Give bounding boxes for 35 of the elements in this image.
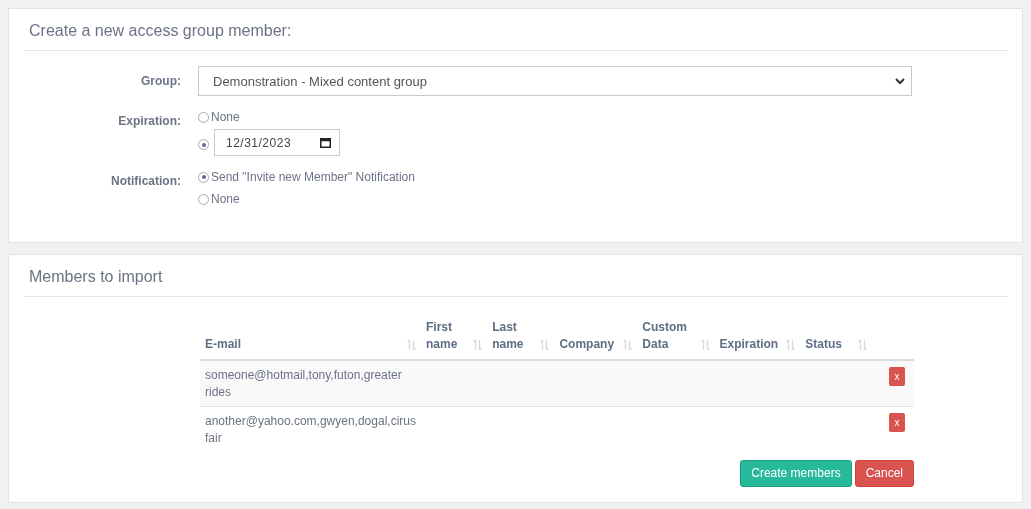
radio-button[interactable] <box>198 171 209 183</box>
sort-icon <box>786 338 796 351</box>
column-header[interactable]: Custom Data <box>637 318 715 360</box>
column-header[interactable]: Status <box>800 318 872 360</box>
group-select[interactable]: Demonstration - Mixed content group <box>198 66 912 96</box>
table-cell: someone@hotmail,tony,futon,greater rides <box>200 359 421 406</box>
chevron-down-icon <box>895 77 905 85</box>
radio-button[interactable] <box>198 139 209 150</box>
radio-label: None <box>211 110 240 124</box>
sort-icon <box>473 338 483 351</box>
column-header[interactable]: Company <box>554 318 638 360</box>
panel-title: Create a new access group member: <box>28 21 293 41</box>
panel-title: Members to import <box>28 266 164 287</box>
radio-button[interactable] <box>198 111 209 123</box>
column-header[interactable]: E-mail <box>200 318 421 360</box>
radio-button[interactable] <box>198 193 209 205</box>
column-header[interactable]: First name <box>421 318 488 360</box>
calendar-icon <box>320 137 331 148</box>
field-label: Notification: <box>110 173 182 188</box>
field-label: Group: <box>140 74 182 88</box>
radio-label: None <box>211 192 240 206</box>
sort-icon <box>540 338 550 351</box>
sort-icon <box>623 338 633 351</box>
radio-label: Send "Invite new Member" Notification <box>211 170 415 184</box>
date-field[interactable]: 12/31/2023 <box>214 129 340 156</box>
field-label: Expiration: <box>117 113 182 128</box>
sort-icon <box>857 338 867 351</box>
delete-button[interactable]: x <box>889 366 905 386</box>
table-cell: another@yahoo.com,gwyen,dogal,cirus fair <box>200 406 421 452</box>
column-header[interactable]: Expiration <box>714 318 801 360</box>
delete-button[interactable]: x <box>889 412 905 432</box>
column-header[interactable]: Last name <box>487 318 555 360</box>
sort-icon <box>700 338 710 351</box>
sort-icon <box>407 338 416 351</box>
cancel-button[interactable]: Cancel <box>854 459 914 487</box>
